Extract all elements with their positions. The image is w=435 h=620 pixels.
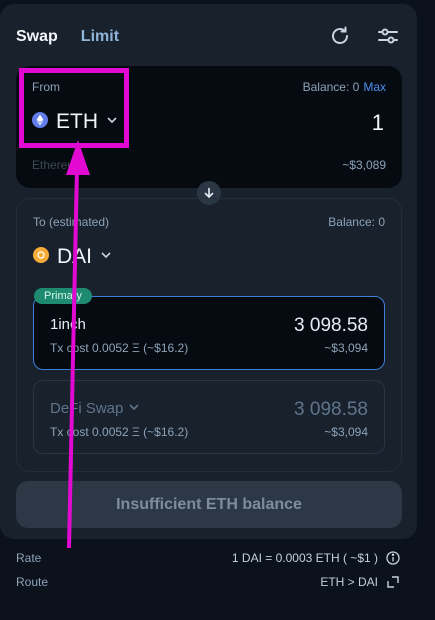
annotation-arrow-icon	[66, 140, 90, 549]
